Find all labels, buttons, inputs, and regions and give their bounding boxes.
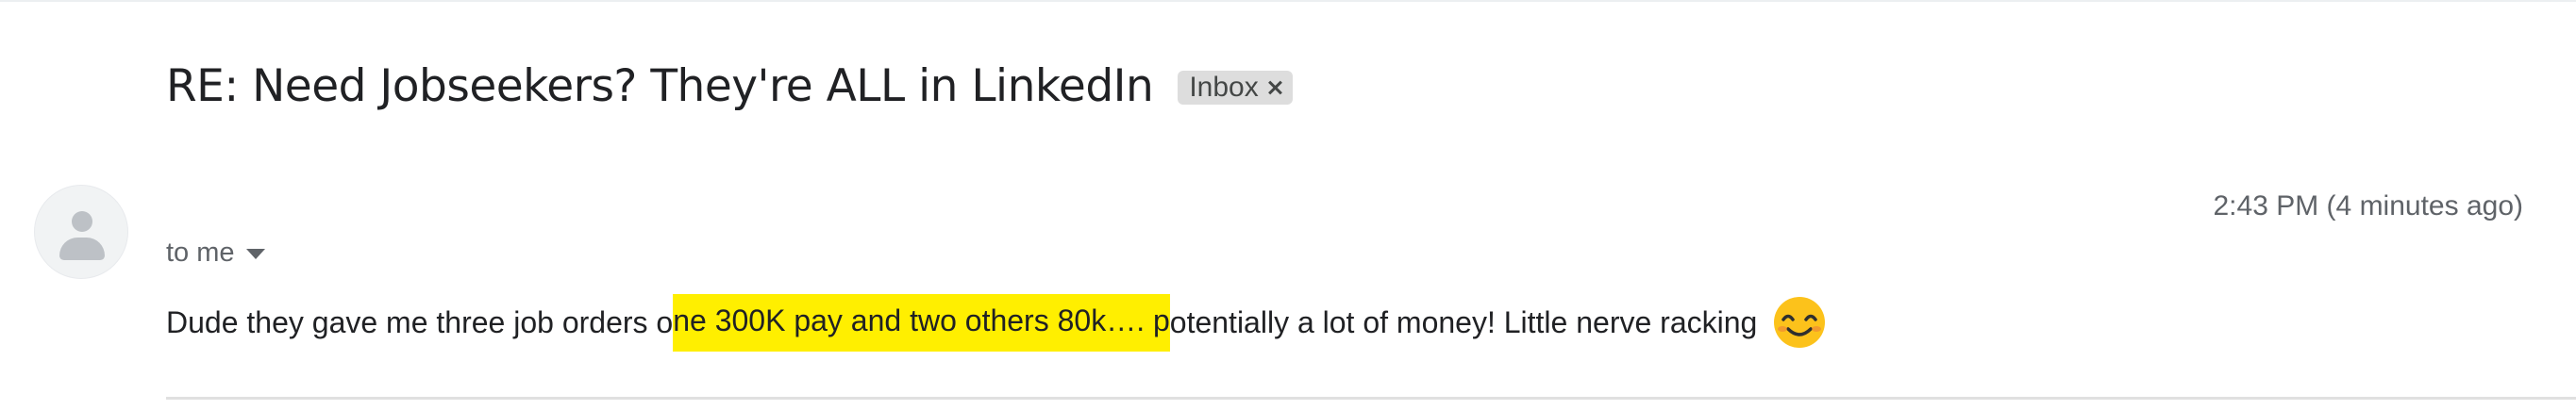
- show-details-icon[interactable]: [245, 249, 265, 259]
- bottom-divider: [166, 397, 2576, 400]
- label-text: Inbox: [1189, 72, 1259, 103]
- email-timestamp: 2:43 PM (4 minutes ago): [2213, 190, 2524, 221]
- body-text-highlighted: ne 300K pay and two others 80k…. p: [673, 293, 1170, 352]
- body-text-before: Dude they gave me three job orders o: [166, 304, 674, 339]
- recipient-text: to me: [166, 238, 235, 268]
- body-text-after: otentially a lot of money! Little nerve …: [1169, 304, 1758, 339]
- avatar-shoulders: [59, 238, 105, 260]
- recipient-details[interactable]: to me: [166, 238, 265, 269]
- avatar-head: [72, 211, 92, 232]
- email-subject: RE: Need Jobseekers? They're ALL in Link…: [166, 59, 1154, 112]
- sender-avatar[interactable]: [34, 185, 128, 279]
- email-body: Dude they gave me three job orders o ne 3…: [166, 293, 1829, 352]
- top-divider: [0, 0, 2576, 2]
- smiling-face-emoji-icon: [1770, 296, 1829, 349]
- remove-label-icon[interactable]: [1266, 79, 1283, 96]
- inbox-label-chip[interactable]: Inbox: [1178, 71, 1293, 105]
- subject-header: RE: Need Jobseekers? They're ALL in Link…: [166, 53, 1293, 119]
